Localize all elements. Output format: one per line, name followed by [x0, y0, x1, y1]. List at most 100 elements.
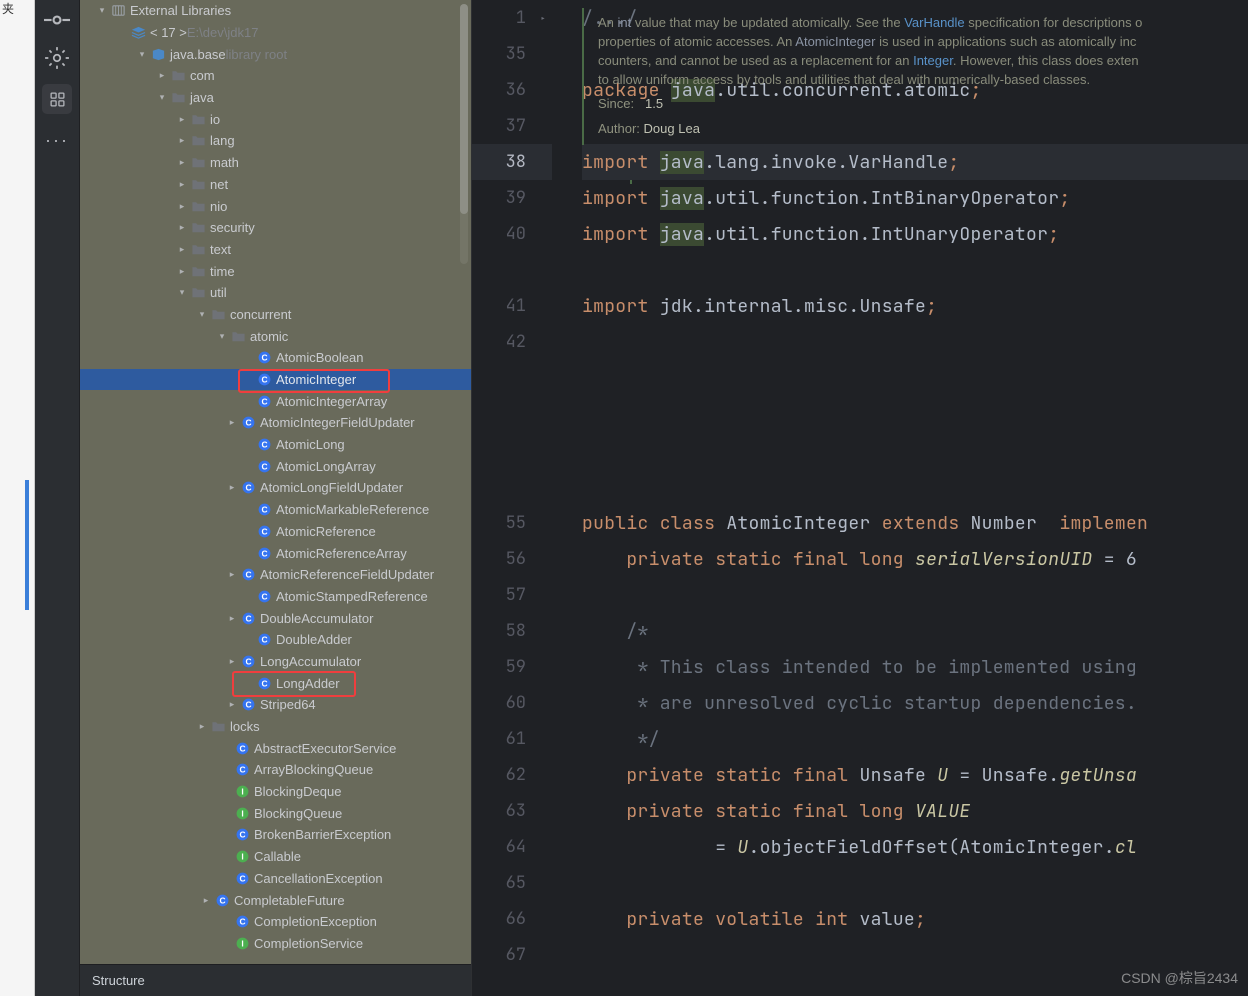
gutter-line[interactable]: 60: [472, 685, 552, 721]
code-line[interactable]: private static final Unsafe U = Unsafe.g…: [582, 757, 1248, 793]
chevron-down-icon[interactable]: ▾: [214, 331, 230, 342]
chevron-right-icon[interactable]: ▸: [154, 70, 170, 81]
chevron-right-icon[interactable]: ▸: [224, 482, 240, 493]
tree-item-io[interactable]: ▸io: [80, 108, 471, 130]
tree-item-java[interactable]: ▾java: [80, 87, 471, 109]
tree-item-striped64[interactable]: ▸CStriped64: [80, 694, 471, 716]
chevron-right-icon[interactable]: ▸: [224, 699, 240, 710]
tree-item-com[interactable]: ▸com: [80, 65, 471, 87]
tree-item-cancellationexception[interactable]: CCancellationException: [80, 868, 471, 890]
tree-item-arrayblockingqueue[interactable]: CArrayBlockingQueue: [80, 759, 471, 781]
chevron-down-icon[interactable]: ▾: [134, 49, 150, 60]
fold-icon[interactable]: ▸: [534, 0, 552, 36]
chevron-down-icon[interactable]: ▾: [94, 5, 110, 16]
chevron-right-icon[interactable]: ▸: [174, 157, 190, 168]
chevron-right-icon[interactable]: ▸: [174, 222, 190, 233]
tree-item-javabase[interactable]: ▾java.base library root: [80, 43, 471, 65]
tree-item-atomicreferencearray[interactable]: CAtomicReferenceArray: [80, 542, 471, 564]
gutter-line[interactable]: 59: [472, 649, 552, 685]
tree-item-lang[interactable]: ▸lang: [80, 130, 471, 152]
code-line[interactable]: import java.lang.invoke.VarHandle;: [582, 144, 1248, 180]
chevron-right-icon[interactable]: ▸: [224, 417, 240, 428]
chevron-down-icon[interactable]: ▾: [154, 92, 170, 103]
settings-icon[interactable]: [44, 46, 70, 70]
chevron-right-icon[interactable]: ▸: [174, 179, 190, 190]
gutter-line[interactable]: 63: [472, 793, 552, 829]
tree-item-atomicintegerarray[interactable]: CAtomicIntegerArray: [80, 390, 471, 412]
tree-item-atomic[interactable]: ▾atomic: [80, 325, 471, 347]
gutter-line[interactable]: 37: [472, 108, 552, 144]
grid-icon[interactable]: [42, 84, 72, 114]
code-line[interactable]: private static final long VALUE: [582, 793, 1248, 829]
tree-item-externallibraries[interactable]: ▾External Libraries: [80, 0, 471, 22]
code-line[interactable]: = U.objectFieldOffset(AtomicInteger.cl: [582, 829, 1248, 865]
code-line[interactable]: import jdk.internal.misc.Unsafe;: [582, 288, 1248, 324]
code-line[interactable]: private volatile int value;: [582, 901, 1248, 937]
gutter-line[interactable]: 67: [472, 937, 552, 973]
code-line[interactable]: private static final long serialVersionU…: [582, 541, 1248, 577]
tree-item-text[interactable]: ▸text: [80, 239, 471, 261]
code-line[interactable]: * are unresolved cyclic startup dependen…: [582, 685, 1248, 721]
chevron-right-icon[interactable]: ▸: [194, 721, 210, 732]
code-line[interactable]: import java.util.function.IntBinaryOpera…: [582, 180, 1248, 216]
chevron-right-icon[interactable]: ▸: [174, 201, 190, 212]
gutter-line[interactable]: 40: [472, 216, 552, 252]
tree-item-longadder[interactable]: CLongAdder: [80, 672, 471, 694]
gutter-line[interactable]: 66: [472, 901, 552, 937]
gutter-line[interactable]: 35: [472, 36, 552, 72]
editor[interactable]: 1▸35363738394041425556575859606162636465…: [472, 0, 1248, 996]
tree-item-atomicintegerfieldupdater[interactable]: ▸CAtomicIntegerFieldUpdater: [80, 412, 471, 434]
chevron-down-icon[interactable]: ▾: [194, 309, 210, 320]
tree-item-atomiclongarray[interactable]: CAtomicLongArray: [80, 455, 471, 477]
code-line[interactable]: * This class intended to be implemented …: [582, 649, 1248, 685]
tree-item-nio[interactable]: ▸nio: [80, 195, 471, 217]
gutter-line[interactable]: 57: [472, 577, 552, 613]
project-tree[interactable]: ▾External Libraries< 17 > E:\dev\jdk17▾j…: [80, 0, 471, 960]
chevron-right-icon[interactable]: ▸: [224, 656, 240, 667]
chevron-right-icon[interactable]: ▸: [174, 114, 190, 125]
tree-item-atomicinteger[interactable]: CAtomicInteger: [80, 369, 471, 391]
gutter-line[interactable]: 41: [472, 288, 552, 324]
tree-item-completionexception[interactable]: CCompletionException: [80, 911, 471, 933]
tree-item-time[interactable]: ▸time: [80, 260, 471, 282]
tree-item-abstractexecutorservice[interactable]: CAbstractExecutorService: [80, 737, 471, 759]
gutter-line[interactable]: [472, 252, 552, 288]
tree-item-math[interactable]: ▸math: [80, 152, 471, 174]
tree-item-atomiclongfieldupdater[interactable]: ▸CAtomicLongFieldUpdater: [80, 477, 471, 499]
tree-item-atomicmarkablereference[interactable]: CAtomicMarkableReference: [80, 499, 471, 521]
tree-item-doubleadder[interactable]: CDoubleAdder: [80, 629, 471, 651]
gutter-line[interactable]: 42: [472, 324, 552, 360]
tree-item-atomicreferencefieldupdater[interactable]: ▸CAtomicReferenceFieldUpdater: [80, 564, 471, 586]
sidebar-scrollbar[interactable]: [460, 4, 468, 264]
tree-item-concurrent[interactable]: ▾concurrent: [80, 304, 471, 326]
tree-item-util[interactable]: ▾util: [80, 282, 471, 304]
chevron-right-icon[interactable]: ▸: [174, 266, 190, 277]
tree-item-net[interactable]: ▸net: [80, 174, 471, 196]
tree-item-doubleaccumulator[interactable]: ▸CDoubleAccumulator: [80, 607, 471, 629]
code-line[interactable]: [582, 577, 1248, 613]
tree-item-locks[interactable]: ▸locks: [80, 716, 471, 738]
code-line[interactable]: [582, 252, 1248, 288]
tree-item-longaccumulator[interactable]: ▸CLongAccumulator: [80, 651, 471, 673]
gutter-line[interactable]: 64: [472, 829, 552, 865]
code-line[interactable]: [582, 865, 1248, 901]
chevron-right-icon[interactable]: ▸: [174, 135, 190, 146]
tree-item-atomiclong[interactable]: CAtomicLong: [80, 434, 471, 456]
commit-icon[interactable]: [44, 8, 70, 32]
tree-item-completablefuture[interactable]: ▸CCompletableFuture: [80, 889, 471, 911]
gutter-line[interactable]: 65: [472, 865, 552, 901]
tree-item-brokenbarrierexception[interactable]: CBrokenBarrierException: [80, 824, 471, 846]
code-line[interactable]: /*: [582, 613, 1248, 649]
code-line[interactable]: import java.util.function.IntUnaryOperat…: [582, 216, 1248, 252]
sidebar-scrollbar-thumb[interactable]: [460, 4, 468, 214]
gutter-line[interactable]: 61: [472, 721, 552, 757]
tree-item-blockingqueue[interactable]: IBlockingQueue: [80, 802, 471, 824]
tree-item-atomicreference[interactable]: CAtomicReference: [80, 521, 471, 543]
code-line[interactable]: public class AtomicInteger extends Numbe…: [582, 505, 1248, 541]
gutter-line[interactable]: 58: [472, 613, 552, 649]
tree-item-17[interactable]: < 17 > E:\dev\jdk17: [80, 22, 471, 44]
chevron-right-icon[interactable]: ▸: [224, 569, 240, 580]
structure-tool-window-tab[interactable]: Structure: [80, 964, 471, 996]
tree-item-security[interactable]: ▸security: [80, 217, 471, 239]
code-line[interactable]: */: [582, 721, 1248, 757]
